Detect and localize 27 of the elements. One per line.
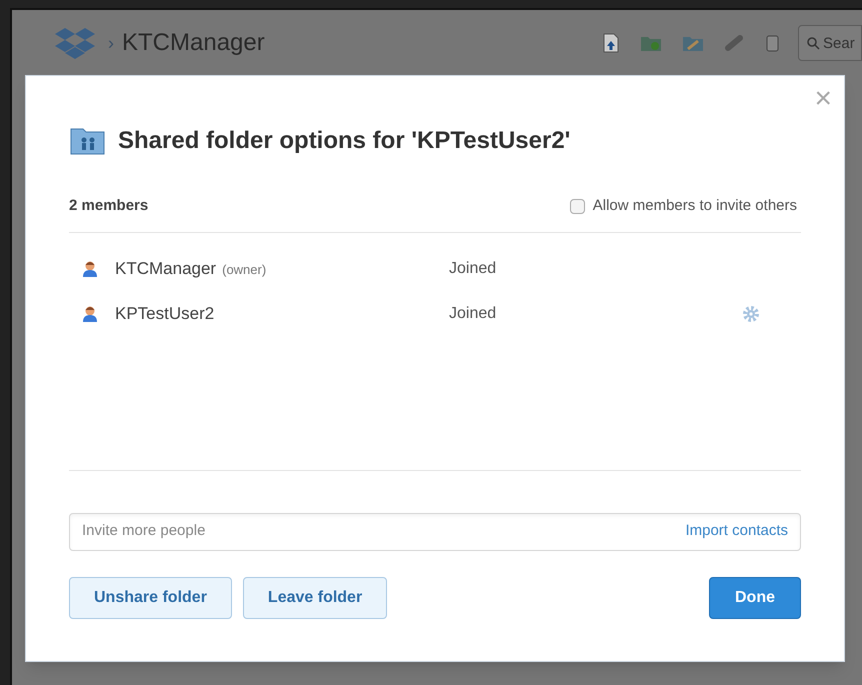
import-contacts-link[interactable]: Import contacts [685, 520, 788, 543]
new-folder-icon[interactable] [640, 34, 662, 52]
person-icon [82, 305, 98, 323]
member-role: (owner) [222, 261, 266, 280]
upload-file-icon[interactable] [602, 33, 620, 53]
search-field[interactable]: Sear [798, 25, 862, 61]
person-icon [82, 260, 98, 278]
folder-action-button[interactable]: Unshare folder [69, 576, 232, 618]
settings-icon[interactable] [743, 306, 759, 322]
done-button[interactable]: Done [709, 576, 801, 618]
search-icon [806, 36, 820, 50]
checkbox-label: Allow members to invite others [592, 196, 797, 216]
box-logo-icon[interactable] [54, 26, 96, 60]
close-button[interactable]: × [814, 84, 832, 114]
folder-action-button[interactable]: Leave folder [242, 576, 388, 618]
member-status: Joined [449, 259, 498, 279]
member-name: KPTestUser2 [115, 303, 214, 326]
member-name: KTCManager [115, 258, 216, 280]
checkbox[interactable] [570, 198, 585, 214]
member-count: 2 members [69, 196, 148, 216]
folder-title: KTCManager [122, 28, 265, 58]
dialog-title: Shared folder options for 'KPTestUser2' [118, 126, 570, 156]
member-status: Joined [449, 304, 498, 324]
shared-folder-icon[interactable] [682, 34, 704, 52]
breadcrumb-separator: › [108, 32, 114, 55]
invite-field[interactable]: Invite more people Import contacts [69, 512, 801, 550]
shared-folder-icon [69, 126, 106, 156]
